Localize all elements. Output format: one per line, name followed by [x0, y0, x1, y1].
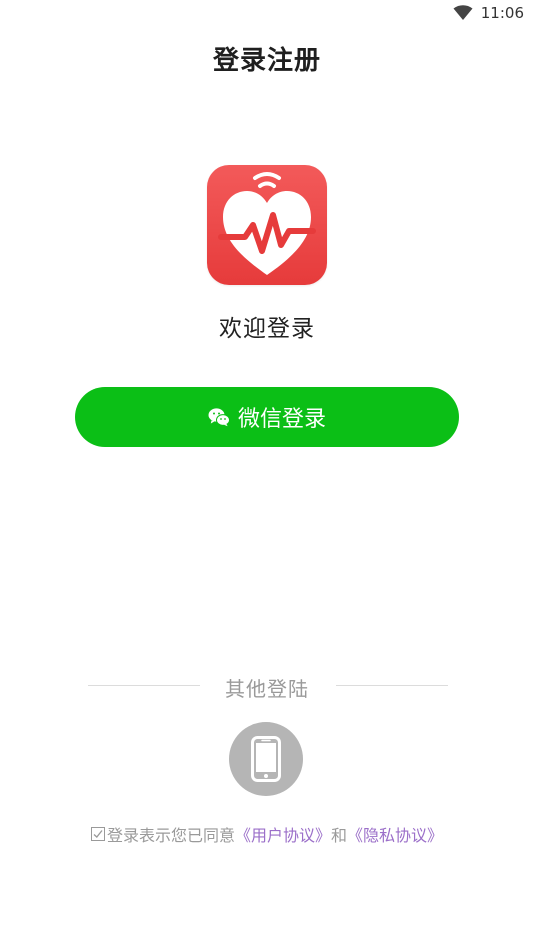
welcome-text: 欢迎登录: [219, 316, 315, 342]
wechat-icon: [208, 407, 230, 427]
other-login-label: 其他登陆: [225, 677, 309, 701]
heart-pulse-icon: [218, 172, 316, 275]
wifi-icon: [453, 5, 473, 21]
app-logo: [207, 165, 327, 285]
page-title: 登录注册: [212, 46, 321, 76]
status-right: 11:06: [453, 4, 524, 22]
agreement-prefix: 登录表示您已同意: [106, 826, 235, 845]
agreement: 登录表示您已同意 《用户协议》 和 《隐私协议》: [0, 822, 534, 846]
user-agreement-link[interactable]: 《用户协议》: [235, 822, 331, 846]
divider-right: [336, 685, 448, 686]
privacy-policy-link[interactable]: 《隐私协议》: [347, 822, 443, 846]
other-login-row: 其他登陆: [0, 671, 534, 701]
agreement-conjunction: 和: [331, 826, 348, 845]
status-time: 11:06: [480, 4, 524, 22]
status-bar: 11:06: [0, 0, 534, 30]
phone-login-button[interactable]: [229, 722, 303, 796]
wechat-login-button[interactable]: 微信登录: [75, 387, 459, 447]
phone-icon: [251, 736, 281, 782]
wechat-login-label: 微信登录: [237, 407, 326, 432]
check-icon: [93, 830, 103, 838]
agree-checkbox[interactable]: [90, 827, 105, 841]
